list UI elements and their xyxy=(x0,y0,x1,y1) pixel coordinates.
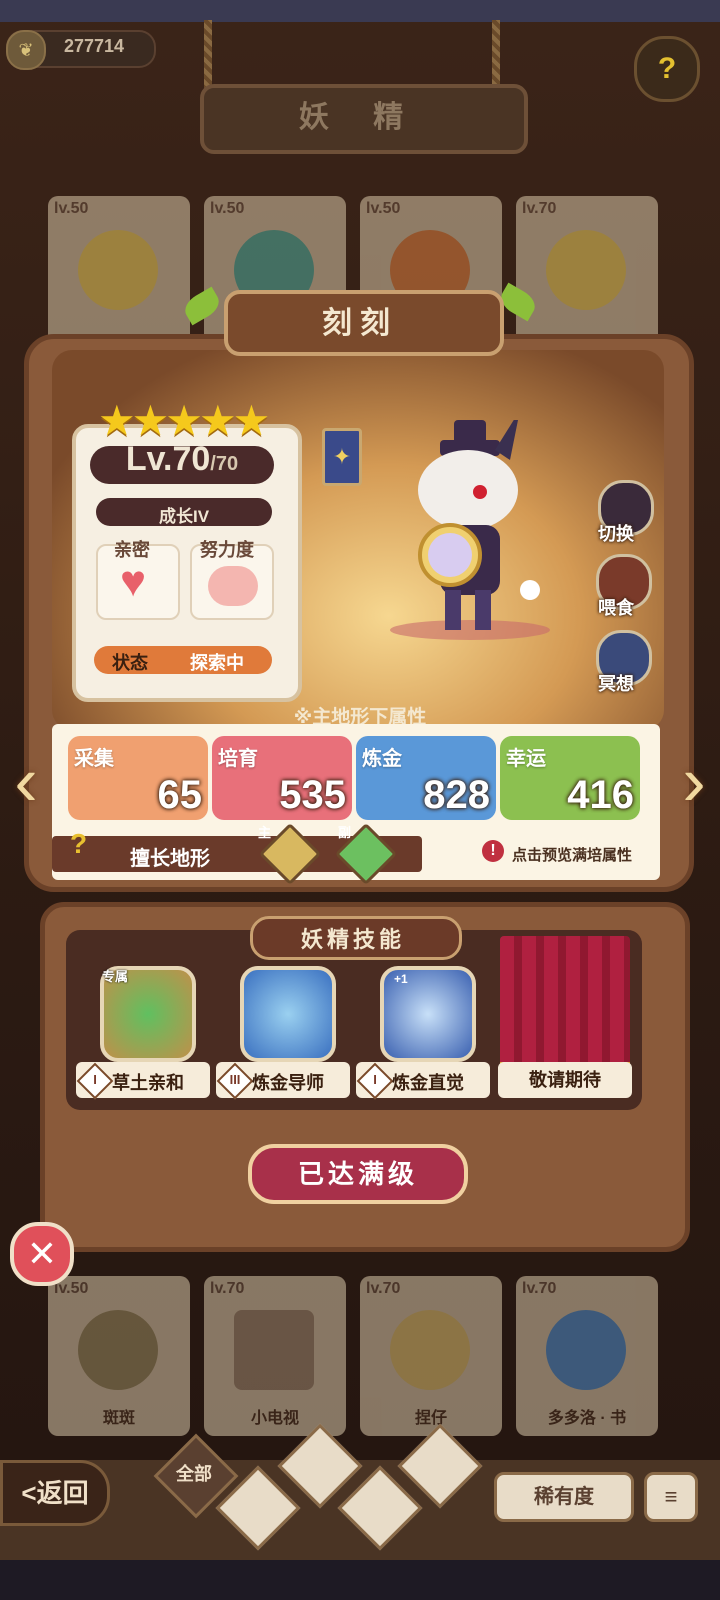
card-level: lv.50 xyxy=(210,200,245,217)
card-level: lv.70 xyxy=(522,200,557,217)
stat-name: 采集 xyxy=(74,748,114,770)
preview-full-stats-link[interactable]: 点击预览满培属性 xyxy=(512,844,632,865)
coming-soon-label: 敬请期待 xyxy=(498,1062,632,1098)
stat-alchemy: 炼金 828 xyxy=(356,736,496,820)
fairy-card[interactable]: lv.70 xyxy=(516,196,658,356)
help-button[interactable]: ? xyxy=(634,36,700,102)
meditate-label: 冥想 xyxy=(598,674,634,694)
rope-left xyxy=(204,20,212,90)
plus-one-badge: +1 xyxy=(394,972,408,986)
stat-luck: 幸运 416 xyxy=(500,736,640,820)
fairy-portrait xyxy=(390,1310,470,1390)
smiley-face-icon xyxy=(208,566,258,606)
fairy-card[interactable]: lv.50 xyxy=(48,196,190,356)
skill-rank: III xyxy=(229,1072,241,1087)
level-max: /70 xyxy=(210,453,239,475)
fairy-portrait xyxy=(78,1310,158,1390)
skill-name: 炼金导师 xyxy=(252,1073,324,1093)
curtain-locked-slot xyxy=(500,936,630,1068)
terrain-label: 擅长地形 xyxy=(130,848,210,870)
status-strip xyxy=(0,0,720,22)
feed-label: 喂食 xyxy=(598,598,634,618)
tarot-card-icon[interactable]: ✦ xyxy=(322,428,362,486)
stat-gather: 采集 65 xyxy=(68,736,208,820)
system-nav-strip xyxy=(0,1560,720,1600)
status-value: 探索中 xyxy=(190,653,244,673)
exclusive-tag: 专属 xyxy=(102,969,129,984)
card-level: lv.50 xyxy=(366,200,401,217)
card-name: 斑斑 xyxy=(102,1410,135,1427)
skill-name: 草土亲和 xyxy=(112,1073,184,1093)
fairy-character[interactable] xyxy=(380,420,560,640)
stat-name: 炼金 xyxy=(362,748,402,770)
stat-value: 828 xyxy=(423,773,490,817)
card-name: 小电视 xyxy=(250,1410,299,1427)
fairy-portrait xyxy=(546,1310,626,1390)
level-current: Lv.70 xyxy=(125,440,211,478)
fairy-portrait xyxy=(234,1310,314,1390)
stat-value: 535 xyxy=(279,773,346,817)
fairy-card[interactable]: lv.70 捏仔 xyxy=(360,1276,502,1436)
card-level: lv.70 xyxy=(522,1280,557,1297)
skills-title: 妖精技能 xyxy=(300,927,405,952)
card-level: lv.70 xyxy=(366,1280,401,1297)
back-button[interactable]: <返回 xyxy=(0,1460,110,1526)
close-icon[interactable]: ✕ xyxy=(10,1222,74,1286)
heart-icon: ♥ xyxy=(120,557,147,606)
stat-cultivate: 培育 535 xyxy=(212,736,352,820)
rope-right xyxy=(492,20,500,90)
fairy-portrait xyxy=(546,230,626,310)
page-title: 妖 精 xyxy=(298,101,422,134)
filter-all-label: 全部 xyxy=(176,1464,212,1484)
stat-value: 416 xyxy=(567,773,634,817)
fairy-card[interactable]: lv.50 斑斑 xyxy=(48,1276,190,1436)
sprout-question-icon[interactable]: ? xyxy=(70,828,87,860)
effort-label: 努力度 xyxy=(200,540,254,560)
stat-name: 培育 xyxy=(218,748,258,770)
sub-terrain-tag: 副 xyxy=(338,825,352,840)
max-level-button[interactable]: 已达满级 xyxy=(248,1144,468,1204)
skill-rank: I xyxy=(93,1072,97,1087)
fairy-name: 刻刻 xyxy=(322,307,398,340)
skill-label[interactable]: I 草土亲和 xyxy=(76,1062,210,1100)
main-terrain-tag: 主 xyxy=(258,825,272,840)
rarity-sort-button[interactable]: 稀有度 xyxy=(494,1472,634,1522)
prev-fairy-arrow-icon[interactable]: ‹ xyxy=(4,736,48,826)
fairy-card[interactable]: lv.70 多多洛 · 书 xyxy=(516,1276,658,1436)
stat-name: 幸运 xyxy=(506,748,546,770)
sort-order-icon[interactable]: ≡ xyxy=(644,1472,698,1522)
switch-label: 切换 xyxy=(598,524,634,544)
skill-label[interactable]: III 炼金导师 xyxy=(216,1062,350,1100)
star-rating: ★★★★★ xyxy=(98,397,270,444)
leaf-coin-icon: ❦ xyxy=(6,30,46,70)
skill-label[interactable]: I 炼金直觉 xyxy=(356,1062,490,1100)
card-name: 多多洛 · 书 xyxy=(547,1410,627,1427)
status-label: 状态 xyxy=(112,653,148,673)
stat-value: 65 xyxy=(157,773,203,817)
card-name: 捏仔 xyxy=(414,1410,447,1427)
alert-icon: ! xyxy=(482,840,504,862)
growth-label: 成长IV xyxy=(158,507,210,526)
fairy-portrait xyxy=(78,230,158,310)
level-display: Lv.70/70 xyxy=(90,440,274,479)
card-level: lv.50 xyxy=(54,200,89,217)
skill-rank: I xyxy=(373,1072,377,1087)
fairy-card[interactable]: lv.70 小电视 xyxy=(204,1276,346,1436)
currency-amount: 277714 xyxy=(64,36,125,56)
alchemy-mentor-skill-icon[interactable] xyxy=(240,966,336,1062)
card-level: lv.70 xyxy=(210,1280,245,1297)
next-fairy-arrow-icon[interactable]: › xyxy=(672,736,716,826)
filter-all-tab[interactable]: 全部 xyxy=(153,1433,239,1519)
skill-name: 炼金直觉 xyxy=(392,1073,464,1093)
